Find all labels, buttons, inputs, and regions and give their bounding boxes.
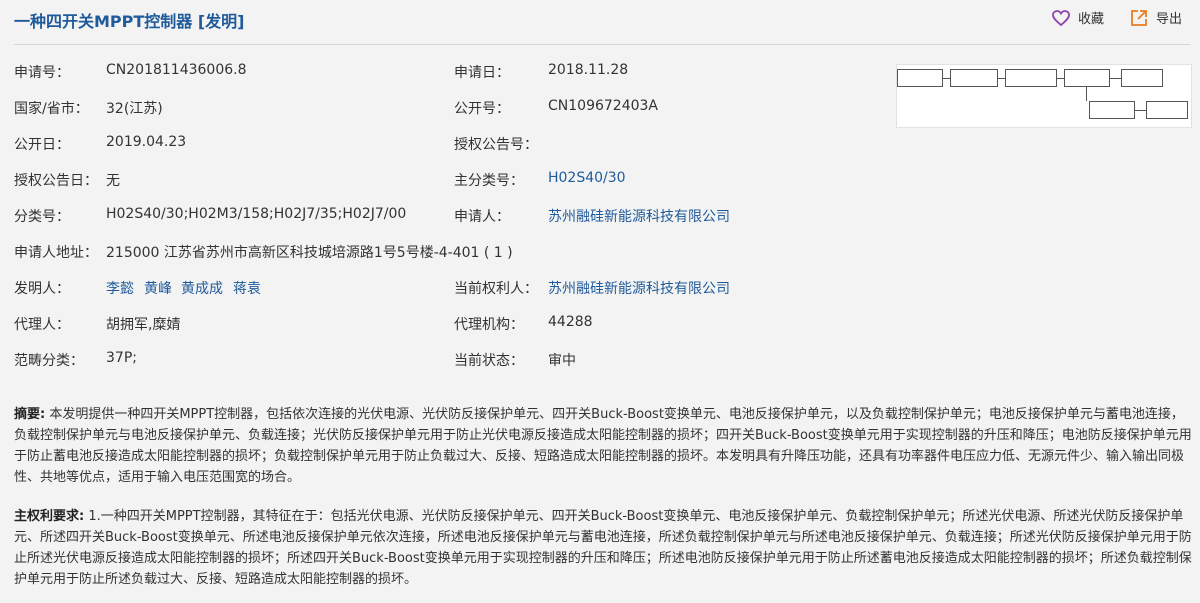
header-actions: 收藏 导出	[1052, 8, 1182, 27]
field-label-class: 分类号：	[14, 209, 70, 225]
field-row: 分类号： H02S40/30;H02M3/158;H02J7/35;H02J7/…	[14, 206, 874, 242]
field-label-category: 范畴分类：	[14, 353, 84, 369]
field-value-agency: 44288	[548, 314, 593, 330]
diagram-connector	[942, 78, 950, 79]
field-row: 授权公告日： 无 主分类号： H02S40/30	[14, 170, 874, 206]
diagram-block	[897, 69, 943, 87]
diagram-connector	[997, 78, 1005, 79]
field-label-agent: 代理人：	[14, 317, 70, 333]
field-value-country: 32(江苏)	[106, 101, 163, 117]
field-label-application-date: 申请日：	[454, 65, 510, 81]
diagram-connector	[1056, 78, 1064, 79]
export-icon	[1130, 9, 1148, 27]
diagram-connector	[1109, 78, 1121, 79]
inventor-link[interactable]: 黄成成	[181, 278, 223, 298]
patent-diagram-thumbnail[interactable]	[896, 64, 1192, 128]
abstract-section: 摘要: 本发明提供一种四开关MPPT控制器，包括依次连接的光伏电源、光伏防反接保…	[14, 404, 1194, 488]
field-row: 国家/省市： 32(江苏) 公开号： CN109672403A	[14, 98, 874, 134]
diagram-block	[1121, 69, 1163, 87]
field-row: 发明人： 李懿 黄峰 黄成成 蒋袁 当前权利人： 苏州融硅新能源科技有限公司	[14, 278, 874, 314]
diagram-block	[1064, 69, 1110, 87]
diagram-block	[1146, 101, 1188, 119]
main-class-link[interactable]: H02S40/30	[548, 170, 626, 186]
heart-icon	[1052, 9, 1070, 26]
field-label-publication-date: 公开日：	[14, 137, 70, 153]
field-row: 范畴分类： 37P; 当前状态： 审中	[14, 350, 874, 386]
field-value-application-date: 2018.11.28	[548, 62, 629, 78]
field-row: 代理人： 胡拥军,糜婧 代理机构： 44288	[14, 314, 874, 350]
field-label-application-no: 申请号：	[14, 65, 70, 81]
field-value-category: 37P;	[106, 350, 137, 366]
field-label-applicant-address: 申请人地址：	[14, 245, 98, 261]
field-label-status: 当前状态：	[454, 353, 524, 369]
field-label-main-class: 主分类号：	[454, 173, 524, 189]
diagram-connector	[1134, 110, 1146, 111]
favorite-label: 收藏	[1077, 12, 1104, 27]
field-value-application-no: CN201811436006.8	[106, 62, 247, 78]
diagram-block	[950, 69, 998, 87]
field-label-publication-no: 公开号：	[454, 101, 510, 117]
field-value-publication-date: 2019.04.23	[106, 134, 187, 150]
claims-section: 主权利要求: 1.一种四开关MPPT控制器，其特征在于：包括光伏电源、光伏防反接…	[14, 506, 1194, 590]
divider	[14, 44, 1190, 45]
diagram-block	[1005, 69, 1057, 87]
field-value-class: H02S40/30;H02M3/158;H02J7/35;H02J7/00	[106, 206, 407, 222]
field-value-applicant-address: 215000 江苏省苏州市高新区科技城培源路1号5号楼-4-401 ( 1 )	[106, 245, 513, 261]
claims-text: 1.一种四开关MPPT控制器，其特征在于：包括光伏电源、光伏防反接保护单元、四开…	[14, 509, 1192, 587]
field-label-applicant: 申请人：	[454, 209, 510, 225]
field-value-agent: 胡拥军,糜婧	[106, 317, 181, 333]
inventor-link[interactable]: 黄峰	[144, 278, 172, 298]
page-title: 一种四开关MPPT控制器 [发明]	[14, 12, 245, 31]
field-label-grant-no: 授权公告号：	[454, 137, 538, 153]
field-label-country: 国家/省市：	[14, 101, 89, 117]
diagram-block	[1089, 101, 1135, 119]
inventor-link[interactable]: 蒋袁	[233, 278, 261, 298]
diagram-connector	[1086, 87, 1087, 101]
applicant-link[interactable]: 苏州融硅新能源科技有限公司	[548, 206, 730, 226]
field-value-grant-date: 无	[106, 173, 120, 189]
claims-label: 主权利要求:	[14, 509, 85, 524]
field-label-agency: 代理机构：	[454, 317, 524, 333]
export-label: 导出	[1155, 12, 1182, 27]
field-value-status: 审中	[548, 353, 576, 369]
favorite-button[interactable]: 收藏	[1052, 8, 1104, 27]
inventor-link[interactable]: 李懿	[106, 278, 134, 298]
export-button[interactable]: 导出	[1130, 8, 1182, 27]
current-holder-link[interactable]: 苏州融硅新能源科技有限公司	[548, 278, 730, 298]
field-label-current-holder: 当前权利人：	[454, 281, 538, 297]
header: 一种四开关MPPT控制器 [发明] 收藏 导出	[0, 0, 1200, 40]
field-value-publication-no: CN109672403A	[548, 98, 658, 114]
patent-fields: 申请号： CN201811436006.8 申请日： 2018.11.28 国家…	[14, 62, 874, 386]
field-row: 公开日： 2019.04.23 授权公告号：	[14, 134, 874, 170]
field-row: 申请号： CN201811436006.8 申请日： 2018.11.28	[14, 62, 874, 98]
field-row: 申请人地址： 215000 江苏省苏州市高新区科技城培源路1号5号楼-4-401…	[14, 242, 874, 278]
field-label-grant-date: 授权公告日：	[14, 173, 98, 189]
field-label-inventor: 发明人：	[14, 281, 70, 297]
abstract-text: 本发明提供一种四开关MPPT控制器，包括依次连接的光伏电源、光伏防反接保护单元、…	[14, 407, 1192, 485]
abstract-label: 摘要:	[14, 407, 46, 422]
